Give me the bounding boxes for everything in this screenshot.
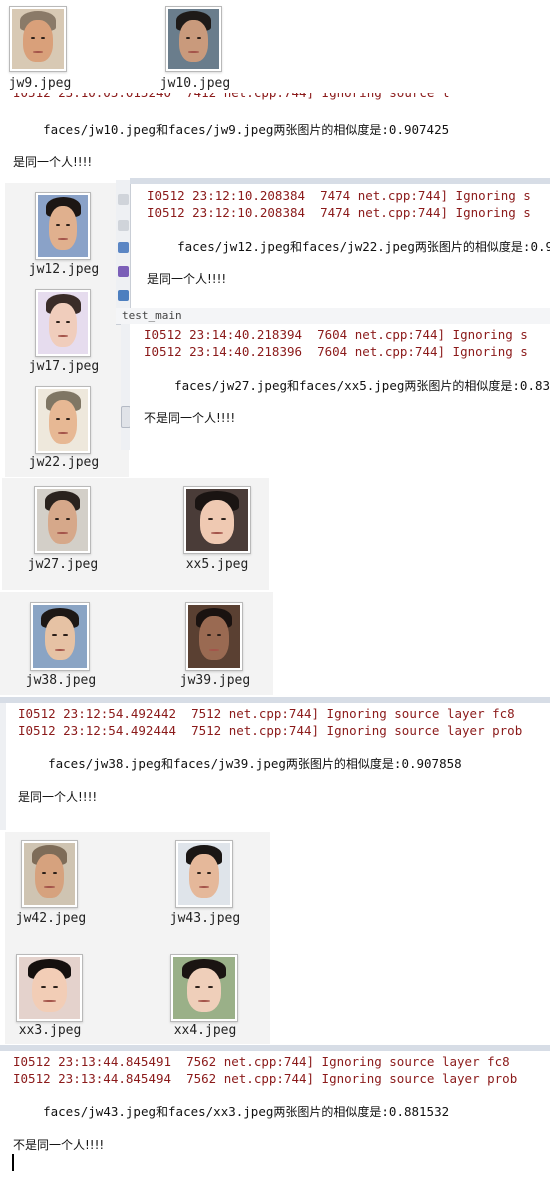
face-label: jw43.jpeg: [169, 911, 241, 926]
face-thumbnail-jw10[interactable]: [165, 6, 222, 72]
log-line: I0512 23:14:40.218396 7604 net.cpp:744] …: [144, 344, 528, 359]
face-panel-3: jw27.jpeg xx5.jpeg: [2, 478, 269, 590]
face-panel-4: jw38.jpeg jw39.jpeg: [0, 592, 273, 695]
log-line: I0512 23:12:10.208384 7474 net.cpp:744] …: [147, 188, 531, 203]
ide-toolbar-strip: [116, 180, 131, 308]
face-label: jw12.jpeg: [28, 262, 100, 277]
console-output-4: I0512 23:12:54.492442 7512 net.cpp:744] …: [6, 703, 550, 830]
face-thumbnail-jw43[interactable]: [175, 840, 233, 908]
face-thumbnail-jw39[interactable]: [185, 602, 243, 671]
face-image: [186, 489, 248, 551]
face-image: [173, 957, 235, 1019]
face-label: jw10.jpeg: [159, 76, 231, 91]
arrow-up-icon[interactable]: [118, 194, 129, 205]
face-image: [33, 605, 87, 668]
wrap-icon[interactable]: [118, 242, 129, 253]
face-image: [38, 389, 88, 451]
log-line: I0512 23:13:44.845494 7562 net.cpp:744] …: [13, 1071, 518, 1086]
face-label: xx5.jpeg: [185, 557, 249, 572]
console-tab-header: test_main: [116, 308, 550, 325]
face-thumbnail-jw27[interactable]: [34, 486, 91, 554]
console-output-2: I0512 23:12:10.208384 7474 net.cpp:744] …: [131, 184, 550, 306]
similarity-result-line: faces/jw38.jpeg和faces/jw39.jpeg两张图片的相似度是…: [48, 756, 462, 771]
face-label: xx4.jpeg: [173, 1023, 237, 1038]
log-line: I0512 23:12:10.208384 7474 net.cpp:744] …: [147, 205, 531, 220]
log-line: I0512 23:12:54.492444 7512 net.cpp:744] …: [18, 723, 523, 738]
face-panel-2: jw12.jpeg jw17.jpeg jw22.jpeg: [5, 183, 129, 477]
face-panel-1: jw9.jpeg jw10.jpeg: [0, 0, 240, 93]
console-output-3: I0512 23:14:40.218394 7604 net.cpp:744] …: [130, 324, 550, 450]
verdict-text: 是同一个人!!!!: [147, 272, 227, 286]
text-cursor: [12, 1154, 14, 1171]
face-thumbnail-xx5[interactable]: [183, 486, 251, 554]
face-thumbnail-jw22[interactable]: [35, 386, 91, 454]
arrow-down-icon[interactable]: [118, 220, 129, 231]
face-image: [188, 605, 240, 668]
face-image: [38, 195, 88, 257]
similarity-result-line: faces/jw10.jpeg和faces/jw9.jpeg两张图片的相似度是:…: [43, 122, 450, 137]
face-thumbnail-jw42[interactable]: [21, 840, 78, 908]
console-output-1: I0512 23:10:05.015240 7412 net.cpp:744] …: [0, 93, 550, 181]
face-label: xx3.jpeg: [18, 1023, 82, 1038]
face-image: [168, 9, 219, 69]
face-label: jw39.jpeg: [179, 673, 251, 688]
face-image: [12, 9, 64, 69]
face-image: [178, 843, 230, 905]
verdict-text: 不是同一个人!!!!: [144, 411, 236, 425]
face-thumbnail-jw17[interactable]: [35, 289, 91, 357]
log-line: I0512 23:10:05.015240 7412 net.cpp:744] …: [13, 93, 450, 101]
console-tab-title[interactable]: test_main: [122, 309, 182, 322]
face-label: jw42.jpeg: [15, 911, 87, 926]
similarity-result-line: faces/jw27.jpeg和faces/xx5.jpeg两张图片的相似度是:…: [174, 378, 550, 393]
face-label: jw27.jpeg: [27, 557, 99, 572]
face-thumbnail-xx3[interactable]: [16, 954, 83, 1022]
face-thumbnail-jw9[interactable]: [9, 6, 67, 72]
face-label: jw38.jpeg: [25, 673, 97, 688]
face-thumbnail-xx4[interactable]: [170, 954, 238, 1022]
face-panel-5: jw42.jpeg jw43.jpeg xx3.jpeg xx4.jpeg: [5, 832, 270, 1044]
verdict-text: 是同一个人!!!!: [18, 790, 98, 804]
similarity-result-line: faces/jw12.jpeg和faces/jw22.jpeg两张图片的相似度是…: [177, 239, 550, 254]
verdict-text: 不是同一个人!!!!: [13, 1138, 105, 1152]
face-image: [24, 843, 75, 905]
face-label: jw9.jpeg: [8, 76, 72, 91]
print-icon[interactable]: [118, 290, 129, 301]
similarity-result-line: faces/jw43.jpeg和faces/xx3.jpeg两张图片的相似度是:…: [43, 1104, 450, 1119]
face-label: jw17.jpeg: [28, 359, 100, 374]
face-image: [38, 292, 88, 354]
face-thumbnail-jw12[interactable]: [35, 192, 91, 260]
log-line: I0512 23:12:54.492442 7512 net.cpp:744] …: [18, 706, 515, 721]
face-label: jw22.jpeg: [28, 455, 100, 470]
log-line: I0512 23:14:40.218394 7604 net.cpp:744] …: [144, 327, 528, 342]
filter-icon[interactable]: [118, 266, 129, 277]
face-image: [37, 489, 88, 551]
verdict-text: 是同一个人!!!!: [13, 155, 93, 169]
log-line: I0512 23:13:44.845491 7562 net.cpp:744] …: [13, 1054, 510, 1069]
face-image: [19, 957, 80, 1019]
face-thumbnail-jw38[interactable]: [30, 602, 90, 671]
console-output-5[interactable]: I0512 23:13:44.845491 7562 net.cpp:744] …: [0, 1051, 550, 1200]
